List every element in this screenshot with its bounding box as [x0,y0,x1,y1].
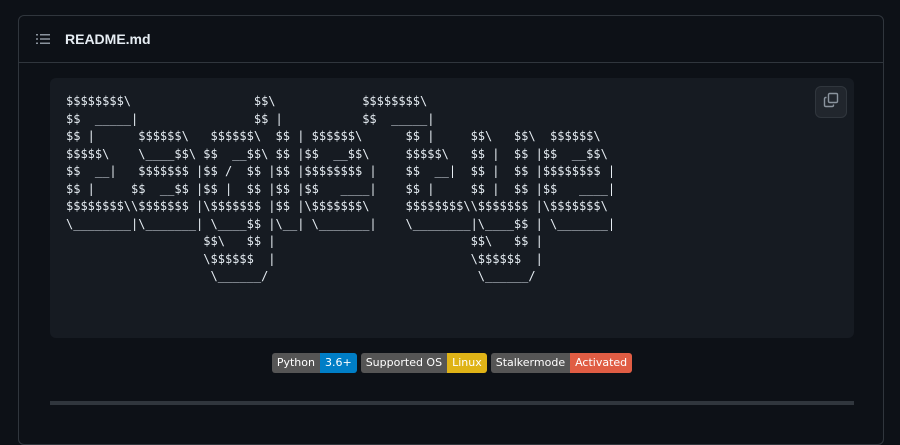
badge-value: Linux [447,353,487,373]
badge-value: Activated [570,353,633,373]
ascii-art-banner: $$$$$$$$\ $$\ $$$$$$$$\ $$ _____| $$ | $… [66,94,616,283]
readme-filename[interactable]: README.md [65,31,151,47]
badge-label: Python [271,353,320,373]
copy-button[interactable] [815,86,847,118]
badge-supported-os[interactable]: Supported OS Linux [360,353,487,373]
badge-stalkermode[interactable]: Stalkermode Activated [490,353,633,373]
ascii-code-block: $$$$$$$$\ $$\ $$$$$$$$\ $$ _____| $$ | $… [50,78,854,338]
section-divider [50,401,854,405]
badge-python[interactable]: Python 3.6+ [271,353,357,373]
badge-value: 3.6+ [319,353,357,373]
list-unordered-icon[interactable] [35,31,51,47]
badge-label: Stalkermode [490,353,571,373]
badge-label: Supported OS [360,353,448,373]
copy-icon [823,92,839,113]
badge-row: Python 3.6+ Supported OS Linux Stalkermo… [19,353,885,373]
readme-panel: README.md $$$$$$$$\ $$\ $$$$$$$$\ $$ ___… [18,15,884,445]
readme-header: README.md [19,16,883,63]
